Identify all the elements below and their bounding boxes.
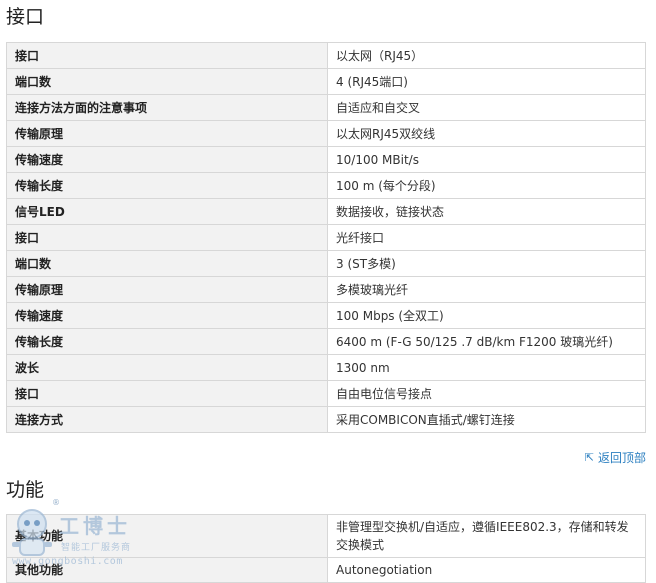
spec-row: 传输速度 10/100 MBit/s	[6, 146, 646, 173]
spec-row: 传输原理 以太网RJ45双绞线	[6, 120, 646, 147]
spec-value: 数据接收，链接状态	[327, 198, 646, 225]
spec-key: 端口数	[6, 250, 328, 277]
spec-key: 其他功能	[6, 557, 328, 583]
spec-value: 自适应和自交叉	[327, 94, 646, 121]
spec-key: 端口数	[6, 68, 328, 95]
spec-row: 连接方法方面的注意事项 自适应和自交叉	[6, 94, 646, 121]
spec-row: 基本功能 非管理型交换机/自适应，遵循IEEE802.3，存储和转发交换模式	[6, 514, 646, 558]
spec-value: Autonegotiation	[327, 557, 646, 583]
spec-value: 非管理型交换机/自适应，遵循IEEE802.3，存储和转发交换模式	[327, 514, 646, 558]
spec-value: 3 (ST多模)	[327, 250, 646, 277]
spec-value: 6400 m (F-G 50/125 .7 dB/km F1200 玻璃光纤)	[327, 328, 646, 355]
back-to-top-icon: ⇱	[584, 451, 594, 464]
spec-key: 接口	[6, 224, 328, 251]
spec-key: 连接方式	[6, 406, 328, 433]
spec-key: 接口	[6, 380, 328, 407]
spec-value: 光纤接口	[327, 224, 646, 251]
spec-row: 波长 1300 nm	[6, 354, 646, 381]
back-to-top-label: 返回顶部	[597, 451, 646, 465]
spec-row: 传输原理 多模玻璃光纤	[6, 276, 646, 303]
function-spec-table: 基本功能 非管理型交换机/自适应，遵循IEEE802.3，存储和转发交换模式 其他功…	[6, 514, 646, 583]
section-title-function: 功能	[6, 479, 45, 501]
spec-row: 传输长度 6400 m (F-G 50/125 .7 dB/km F1200 玻璃…	[6, 328, 646, 355]
spec-key: 传输原理	[6, 120, 328, 147]
spec-row: 传输长度 100 m (每个分段)	[6, 172, 646, 199]
spec-row: 接口 自由电位信号接点	[6, 380, 646, 407]
spec-key: 基本功能	[6, 514, 328, 558]
spec-row: 信号LED 数据接收，链接状态	[6, 198, 646, 225]
spec-key: 传输原理	[6, 276, 328, 303]
spec-value: 以太网RJ45双绞线	[327, 120, 646, 147]
back-to-top-link[interactable]: ⇱ 返回顶部	[585, 449, 646, 466]
interface-spec-table: 接口 以太网（RJ45） 端口数 4 (RJ45端口) 连接方法方面的注意事项 自适应和自…	[6, 42, 646, 433]
spec-key: 传输长度	[6, 328, 328, 355]
watermark-registered-mark: ®	[52, 498, 60, 507]
spec-value: 采用COMBICON直插式/螺钉连接	[327, 406, 646, 433]
spec-row: 连接方式 采用COMBICON直插式/螺钉连接	[6, 406, 646, 433]
spec-key: 传输速度	[6, 302, 328, 329]
spec-row: 接口 以太网（RJ45）	[6, 42, 646, 69]
spec-value: 1300 nm	[327, 354, 646, 381]
spec-value: 以太网（RJ45）	[327, 42, 646, 69]
spec-row: 传输速度 100 Mbps (全双工)	[6, 302, 646, 329]
spec-value: 10/100 MBit/s	[327, 146, 646, 173]
section-title-interface: 接口	[6, 6, 45, 28]
spec-value: 100 Mbps (全双工)	[327, 302, 646, 329]
spec-value: 4 (RJ45端口)	[327, 68, 646, 95]
spec-value: 自由电位信号接点	[327, 380, 646, 407]
spec-row: 端口数 3 (ST多模)	[6, 250, 646, 277]
spec-value: 100 m (每个分段)	[327, 172, 646, 199]
spec-row: 接口 光纤接口	[6, 224, 646, 251]
spec-key: 传输长度	[6, 172, 328, 199]
spec-key: 波长	[6, 354, 328, 381]
spec-key: 接口	[6, 42, 328, 69]
spec-key: 传输速度	[6, 146, 328, 173]
spec-key: 信号LED	[6, 198, 328, 225]
spec-value: 多模玻璃光纤	[327, 276, 646, 303]
spec-row: 端口数 4 (RJ45端口)	[6, 68, 646, 95]
spec-row: 其他功能 Autonegotiation	[6, 557, 646, 583]
spec-key: 连接方法方面的注意事项	[6, 94, 328, 121]
